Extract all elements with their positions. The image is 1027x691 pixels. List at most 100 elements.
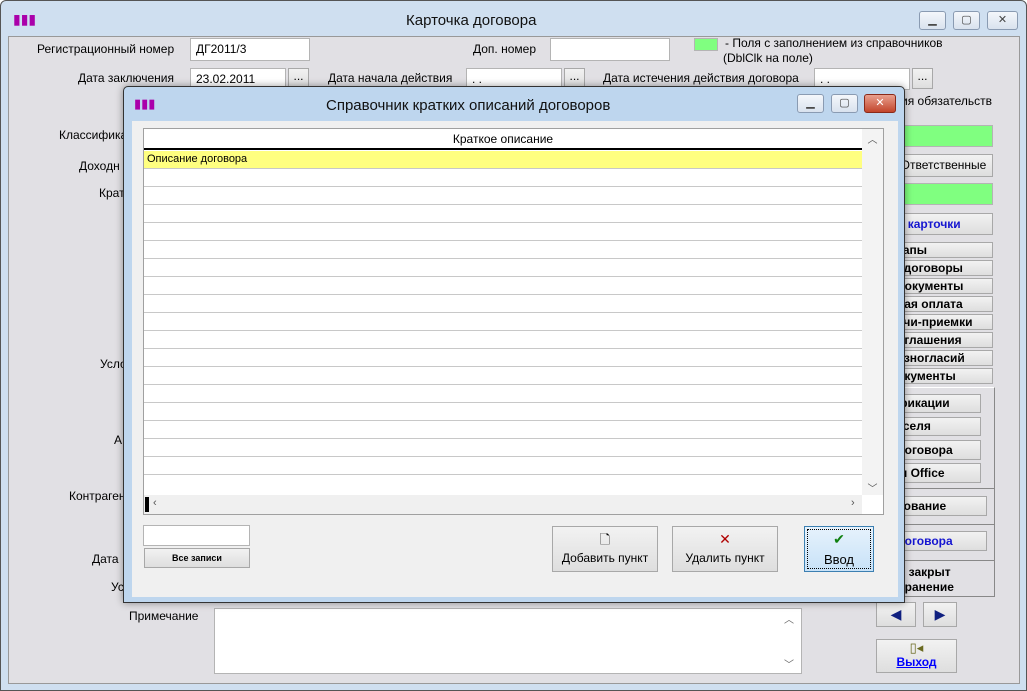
grid-row[interactable] xyxy=(144,187,862,205)
closed-status-line1: о закрыт xyxy=(898,565,951,579)
responsible-button[interactable]: Ответственные xyxy=(894,154,993,177)
horizontal-scrollbar[interactable]: ‹ › xyxy=(144,495,862,514)
reg-number-label: Регистрационный номер xyxy=(37,42,175,56)
checkmark-icon: ✔ xyxy=(833,531,845,547)
scroll-up-icon[interactable]: ︿ xyxy=(862,131,883,146)
grid-row[interactable] xyxy=(144,223,862,241)
delete-item-button[interactable]: ✕ Удалить пункт xyxy=(672,526,778,572)
note-scroll-up[interactable]: ︿ xyxy=(784,611,794,626)
card-button[interactable]: ь карточки xyxy=(894,213,993,235)
terms-label: Ус xyxy=(111,580,124,594)
income-label: Доходн xyxy=(79,159,120,173)
counterparty-label: Контраген xyxy=(69,489,126,503)
grid-row[interactable] xyxy=(144,169,862,187)
maximize-button[interactable]: ▢ xyxy=(953,11,980,30)
excel-button[interactable]: кселя xyxy=(894,417,981,436)
grid-row[interactable] xyxy=(144,385,862,403)
lookup-field-1[interactable] xyxy=(894,125,993,147)
classification-label: Классифика xyxy=(59,128,128,142)
dialog-title: Справочник кратких описаний договоров xyxy=(326,97,611,114)
note-scroll-down[interactable]: ﹀ xyxy=(784,656,794,671)
prev-record-button[interactable]: ◀ xyxy=(876,602,916,627)
agreements-button[interactable]: оглашения xyxy=(894,332,993,348)
scroll-down-icon[interactable]: ﹀ xyxy=(862,480,883,495)
exit-button[interactable]: ▯◂ Выход xyxy=(876,639,957,673)
date-label: Дата , xyxy=(92,552,126,566)
search-input[interactable] xyxy=(143,525,250,546)
specification-button[interactable]: фикации xyxy=(894,394,981,413)
group-divider xyxy=(891,560,995,561)
grid-row[interactable] xyxy=(144,367,862,385)
grid-row[interactable] xyxy=(144,421,862,439)
end-date-picker[interactable]: ... xyxy=(912,68,933,89)
column-header[interactable]: Краткое описание xyxy=(144,129,862,150)
minimize-button[interactable]: ▁ xyxy=(919,11,946,30)
grid-row[interactable] xyxy=(144,205,862,223)
lookup-legend-hint: (DblClk на поле) xyxy=(723,51,813,65)
grid-row[interactable] xyxy=(144,457,862,475)
enter-button[interactable]: ✔ Ввод xyxy=(804,526,874,572)
scroll-left-icon[interactable]: ‹ xyxy=(153,497,157,509)
contracts-button[interactable]: . договоры xyxy=(894,260,993,276)
start-date-label: Дата начала действия xyxy=(328,71,453,85)
extra-number-input[interactable] xyxy=(550,38,670,61)
documents-button[interactable]: документы xyxy=(894,278,993,294)
scroll-right-icon[interactable]: › xyxy=(851,497,855,509)
vertical-scrollbar[interactable]: ︿ ﹀ xyxy=(862,129,883,495)
stages-button[interactable]: тапы xyxy=(894,242,993,258)
short-label: Крат xyxy=(99,186,125,200)
grid-row[interactable] xyxy=(144,313,862,331)
grid-row[interactable] xyxy=(144,439,862,457)
group-divider xyxy=(891,524,995,525)
approval-button[interactable]: сование xyxy=(894,496,987,516)
grid-row[interactable] xyxy=(144,403,862,421)
dialog-client: Краткое описание Описание договора ︿ ﹀ ‹… xyxy=(132,121,898,597)
exit-label: Выход xyxy=(896,655,937,669)
add-item-button[interactable]: 🗋 Добавить пункт xyxy=(552,526,658,572)
new-document-icon: 🗋 xyxy=(599,532,611,547)
grid-row[interactable] xyxy=(144,277,862,295)
lookup-legend-text: - Поля с заполнением из справочников xyxy=(725,36,943,50)
other-documents-button[interactable]: окументы xyxy=(894,368,993,384)
lookup-legend-swatch xyxy=(694,38,718,51)
dialog-minimize-button[interactable]: ▁ xyxy=(797,94,824,113)
note-textarea[interactable] xyxy=(214,608,802,674)
descriptions-grid: Краткое описание Описание договора ︿ ﹀ ‹… xyxy=(143,128,884,515)
contract-link-button[interactable]: договора xyxy=(894,531,987,551)
dialog-close-button[interactable]: ✕ xyxy=(864,94,896,113)
delete-item-label: Удалить пункт xyxy=(685,551,765,565)
closed-status-line2: хранение xyxy=(898,580,954,594)
end-date-label: Дата истечения действия договора xyxy=(603,71,799,85)
all-records-button[interactable]: Все записи xyxy=(144,548,250,568)
grid-row[interactable] xyxy=(144,349,862,367)
delete-x-icon: ✕ xyxy=(719,531,731,547)
dialog-maximize-button[interactable]: ▢ xyxy=(831,94,858,113)
exit-door-icon: ▯◂ xyxy=(909,640,924,655)
lookup-field-2[interactable] xyxy=(894,183,993,205)
arrow-left-icon: ◀ xyxy=(890,606,902,622)
grid-row[interactable] xyxy=(144,331,862,349)
next-record-button[interactable]: ▶ xyxy=(923,602,957,627)
extra-number-label: Доп. номер xyxy=(473,42,536,56)
add-item-label: Добавить пункт xyxy=(561,551,649,565)
address-label: А xyxy=(114,433,123,447)
acceptance-acts-button[interactable]: ачи-приемки xyxy=(894,314,993,330)
office-button[interactable]: ы Office xyxy=(894,463,981,483)
close-button[interactable]: ✕ xyxy=(987,11,1018,30)
row-indicator xyxy=(145,497,149,512)
enter-label: Ввод xyxy=(824,552,854,567)
reg-number-input[interactable]: ДГ2011/3 xyxy=(190,38,310,61)
payment-button[interactable]: ная оплата xyxy=(894,296,993,312)
disagreements-button[interactable]: азногласий xyxy=(894,350,993,366)
grid-row[interactable] xyxy=(144,259,862,277)
contract-print-button[interactable]: договора xyxy=(894,440,981,460)
grid-row[interactable] xyxy=(144,241,862,259)
group-divider xyxy=(891,488,995,489)
app-books-icon: ▮▮▮ xyxy=(134,96,156,111)
arrow-right-icon: ▶ xyxy=(934,606,946,622)
grid-row[interactable]: Описание договора xyxy=(144,151,862,169)
window-title: Карточка договора xyxy=(406,12,537,29)
grid-row[interactable] xyxy=(144,295,862,313)
app-books-icon: ▮▮▮ xyxy=(13,11,37,27)
obligations-label: ия обязательств xyxy=(901,94,992,108)
